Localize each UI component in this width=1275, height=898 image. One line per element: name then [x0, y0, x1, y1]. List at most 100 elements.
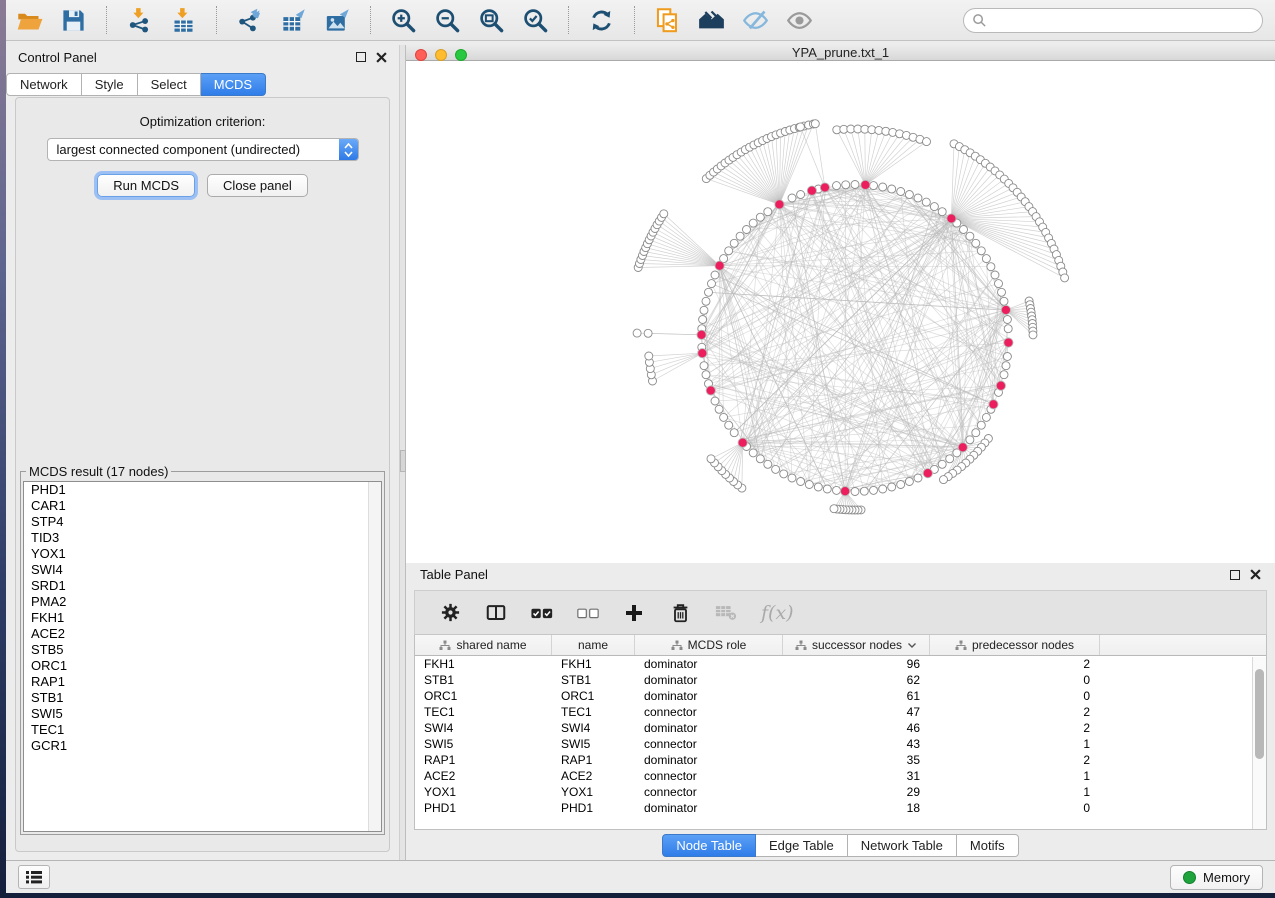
ring-node[interactable]	[764, 208, 772, 216]
leaf-node[interactable]	[940, 476, 948, 484]
tab-motifs[interactable]: Motifs	[957, 834, 1019, 857]
table-cell[interactable]: ACE2	[552, 769, 635, 783]
export-network-icon[interactable]	[236, 7, 263, 34]
mcds-result-item[interactable]: YOX1	[24, 546, 381, 562]
table-cell[interactable]: TEC1	[415, 705, 552, 719]
ring-node[interactable]	[966, 436, 974, 444]
ring-node[interactable]	[995, 280, 1003, 288]
column-header-successor-nodes[interactable]: successor nodes	[783, 635, 930, 655]
ring-node[interactable]	[730, 239, 738, 247]
deselect-all-icon[interactable]	[577, 602, 599, 624]
window-minimize-icon[interactable]	[435, 49, 447, 61]
mcds-result-item[interactable]: FKH1	[24, 610, 381, 626]
table-row[interactable]: PHD1PHD1dominator180	[415, 800, 1266, 816]
ring-node[interactable]	[1000, 297, 1008, 305]
ring-node[interactable]	[772, 465, 780, 473]
table-cell[interactable]: 18	[783, 801, 930, 815]
show-panels-list-button[interactable]	[18, 865, 50, 889]
table-cell[interactable]: 1	[930, 785, 1100, 799]
zoom-fit-icon[interactable]	[478, 7, 505, 34]
table-cell[interactable]: SWI5	[552, 737, 635, 751]
ring-node[interactable]	[1004, 325, 1012, 333]
mcds-hub-node[interactable]	[715, 261, 724, 270]
ring-node[interactable]	[905, 478, 913, 486]
leaf-node[interactable]	[923, 138, 931, 146]
mcds-hub-node[interactable]	[697, 330, 706, 339]
tab-style[interactable]: Style	[82, 73, 138, 96]
ring-node[interactable]	[797, 478, 805, 486]
ring-node[interactable]	[1003, 353, 1011, 361]
tab-edge-table[interactable]: Edge Table	[756, 834, 848, 857]
table-cell[interactable]: connector	[635, 785, 783, 799]
table-cell[interactable]: FKH1	[415, 657, 552, 671]
ring-node[interactable]	[960, 226, 968, 234]
close-table-panel-icon[interactable]	[1250, 569, 1261, 580]
leaf-node[interactable]	[830, 505, 838, 513]
ring-node[interactable]	[743, 226, 751, 234]
table-cell[interactable]: 31	[783, 769, 930, 783]
ring-node[interactable]	[705, 288, 713, 296]
mcds-hub-node[interactable]	[1001, 305, 1010, 314]
table-cell[interactable]: 96	[783, 657, 930, 671]
ring-node[interactable]	[930, 203, 938, 211]
split-table-view-icon[interactable]	[485, 602, 507, 624]
ring-node[interactable]	[805, 481, 813, 489]
search-input[interactable]	[987, 13, 1254, 28]
ring-node[interactable]	[788, 474, 796, 482]
table-row[interactable]: ACE2ACE2connector311	[415, 768, 1266, 784]
table-cell[interactable]: connector	[635, 737, 783, 751]
ring-node[interactable]	[938, 208, 946, 216]
table-cell[interactable]: 2	[930, 753, 1100, 767]
search-box[interactable]	[963, 8, 1263, 33]
mcds-result-item[interactable]: ACE2	[24, 626, 381, 642]
table-cell[interactable]: FKH1	[552, 657, 635, 671]
table-cell[interactable]: ORC1	[415, 689, 552, 703]
table-cell[interactable]: 0	[930, 689, 1100, 703]
ring-node[interactable]	[966, 232, 974, 240]
list-scrollbar[interactable]	[368, 482, 381, 831]
select-all-icon[interactable]	[531, 602, 553, 624]
export-table-icon[interactable]	[280, 7, 307, 34]
leaf-node[interactable]	[796, 123, 804, 131]
mcds-result-item[interactable]: TID3	[24, 530, 381, 546]
table-row[interactable]: RAP1RAP1dominator352	[415, 752, 1266, 768]
ring-node[interactable]	[711, 271, 719, 279]
table-row[interactable]: ORC1ORC1dominator610	[415, 688, 1266, 704]
column-header-name[interactable]: name	[552, 635, 635, 655]
zoom-selected-icon[interactable]	[522, 7, 549, 34]
table-cell[interactable]: 0	[930, 673, 1100, 687]
create-column-plus-icon[interactable]	[623, 602, 645, 624]
ring-node[interactable]	[860, 487, 868, 495]
mcds-hub-node[interactable]	[807, 186, 816, 195]
zoom-in-icon[interactable]	[390, 7, 417, 34]
table-cell[interactable]: dominator	[635, 689, 783, 703]
leaf-node[interactable]	[811, 120, 819, 128]
mcds-hub-node[interactable]	[989, 400, 998, 409]
ring-node[interactable]	[702, 371, 710, 379]
table-cell[interactable]: connector	[635, 705, 783, 719]
table-cell[interactable]: 2	[930, 657, 1100, 671]
mcds-hub-node[interactable]	[958, 443, 967, 452]
ring-node[interactable]	[764, 460, 772, 468]
ring-node[interactable]	[730, 429, 738, 437]
table-cell[interactable]: dominator	[635, 657, 783, 671]
table-row[interactable]: YOX1YOX1connector291	[415, 784, 1266, 800]
ring-node[interactable]	[905, 191, 913, 199]
ring-node[interactable]	[879, 183, 887, 191]
table-cell[interactable]: PHD1	[415, 801, 552, 815]
leaf-node[interactable]	[644, 329, 652, 337]
ring-node[interactable]	[702, 297, 710, 305]
mcds-result-item[interactable]: TEC1	[24, 722, 381, 738]
first-neighbors-icon[interactable]	[698, 7, 725, 34]
table-options-gear-icon[interactable]	[439, 602, 461, 624]
export-image-icon[interactable]	[324, 7, 351, 34]
table-cell[interactable]: RAP1	[552, 753, 635, 767]
ring-node[interactable]	[788, 194, 796, 202]
tab-network[interactable]: Network	[6, 73, 82, 96]
table-cell[interactable]: STB1	[415, 673, 552, 687]
tab-select[interactable]: Select	[138, 73, 201, 96]
table-row[interactable]: STB1STB1dominator620	[415, 672, 1266, 688]
ring-node[interactable]	[998, 288, 1006, 296]
ring-node[interactable]	[977, 421, 985, 429]
mcds-result-item[interactable]: SWI5	[24, 706, 381, 722]
